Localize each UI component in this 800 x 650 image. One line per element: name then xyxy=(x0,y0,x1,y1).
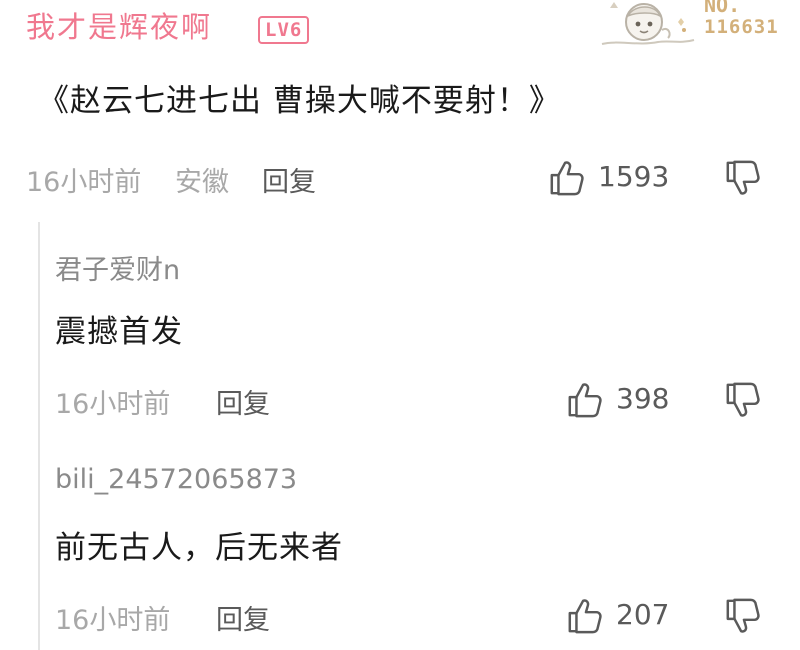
thumbs-down-icon[interactable] xyxy=(724,597,762,635)
reply-content: 震撼首发 xyxy=(55,314,183,350)
main-comment-reply-button[interactable]: 回复 xyxy=(262,160,316,199)
reply-time: 16小时前 xyxy=(55,605,171,636)
avatar-frame-icon xyxy=(601,2,695,45)
thumbs-up-icon[interactable] xyxy=(566,597,604,635)
reply-time: 16小时前 xyxy=(55,389,171,420)
comment-thread: 我才是辉夜啊 LV6 NO. 116631 《赵云七进七出 曹操大喊不要射！》 … xyxy=(0,0,800,650)
main-comment-like-count: 1593 xyxy=(598,160,670,193)
main-comment-location: 安徽 xyxy=(175,167,229,198)
reply-thread-divider xyxy=(38,222,40,650)
thumbs-up-icon[interactable] xyxy=(566,381,604,419)
main-comment-content: 《赵云七进七出 曹操大喊不要射！》 xyxy=(38,83,561,119)
reply-username[interactable]: 君子爱财n xyxy=(55,248,180,287)
main-comment-username[interactable]: 我才是辉夜啊 xyxy=(26,4,212,46)
reply-reply-button[interactable]: 回复 xyxy=(216,382,270,421)
fan-number-label: NO. xyxy=(704,0,741,17)
thumbs-down-icon[interactable] xyxy=(724,159,762,197)
fan-number-value: 116631 xyxy=(704,16,779,38)
reply-content: 前无古人，后无来者 xyxy=(55,530,343,566)
fan-number-badge: NO. 116631 xyxy=(704,0,779,38)
reply-username[interactable]: bili_24572065873 xyxy=(55,464,297,495)
thumbs-down-icon[interactable] xyxy=(724,381,762,419)
level-badge: LV6 xyxy=(258,16,310,44)
main-comment-time: 16小时前 xyxy=(26,167,142,198)
reply-like-count: 207 xyxy=(616,598,670,631)
thumbs-up-icon[interactable] xyxy=(548,159,586,197)
reply-like-count: 398 xyxy=(616,382,670,415)
reply-reply-button[interactable]: 回复 xyxy=(216,598,270,637)
